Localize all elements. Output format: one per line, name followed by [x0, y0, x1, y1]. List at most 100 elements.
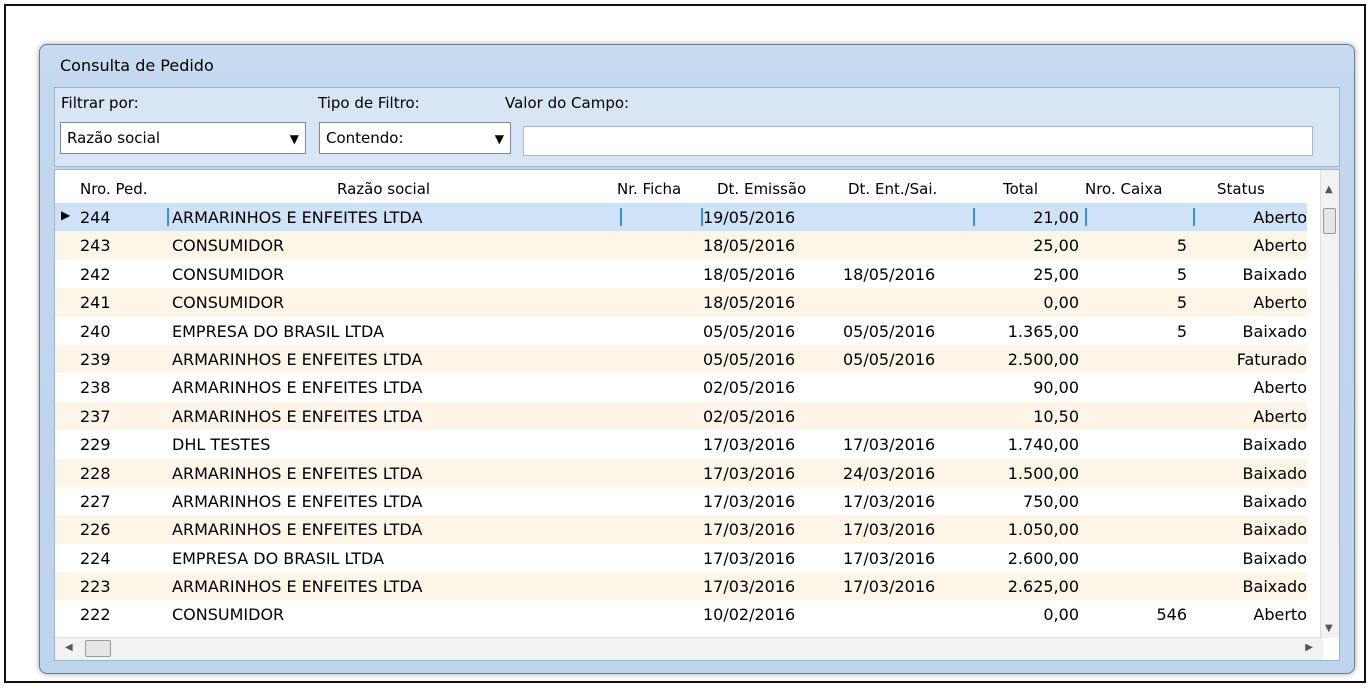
cell-dt-emissao: 18/05/2016 — [703, 264, 796, 284]
cell-status: Aberto — [1253, 293, 1307, 313]
filter-type-select[interactable]: Contendo: ▼ — [319, 122, 511, 154]
column-header-status[interactable]: Status — [1217, 180, 1265, 198]
filter-by-select[interactable]: Razão social ▼ — [60, 122, 306, 154]
cell-focus-marker — [620, 208, 622, 226]
table-row[interactable]: 228 ARMARINHOS E ENFEITES LTDA 17/03/2016 2… — [55, 458, 1307, 487]
table-row[interactable]: 237 ARMARINHOS E ENFEITES LTDA 02/05/2016 1… — [55, 401, 1307, 431]
cell-razao-social: ARMARINHOS E ENFEITES LTDA — [172, 349, 423, 369]
table-row[interactable]: 241 CONSUMIDOR 18/05/2016 0,00 5 Aberto — [55, 288, 1307, 317]
cell-status: Aberto — [1253, 378, 1307, 398]
cell-razao-social: ARMARINHOS E ENFEITES LTDA — [172, 378, 423, 398]
cell-nro-caixa: 5 — [1176, 236, 1187, 256]
screenshot-frame: Consulta de Pedido Filtrar por: Tipo de … — [4, 4, 1366, 683]
cell-dt-ent-sai: 24/03/2016 — [843, 463, 936, 483]
cell-dt-ent-sai: 17/03/2016 — [843, 435, 936, 455]
table-row[interactable]: 227 ARMARINHOS E ENFEITES LTDA 17/03/2016 1… — [55, 487, 1307, 515]
horizontal-scrollbar[interactable]: ◀ ▶ — [55, 637, 1323, 660]
table-row[interactable]: 243 CONSUMIDOR 18/05/2016 25,00 5 Aberto — [55, 231, 1307, 260]
cell-nro-ped: 237 — [80, 406, 111, 426]
cell-dt-emissao: 18/05/2016 — [703, 293, 796, 313]
cell-nro-ped: 224 — [80, 548, 111, 568]
table-row[interactable]: 226 ARMARINHOS E ENFEITES LTDA 17/03/2016 1… — [55, 515, 1307, 544]
cell-nro-ped: 223 — [80, 577, 111, 597]
scroll-left-icon[interactable]: ◀ — [65, 642, 73, 653]
cell-dt-ent-sai: 17/03/2016 — [843, 548, 936, 568]
cell-dt-emissao: 17/03/2016 — [703, 491, 796, 511]
cell-dt-emissao: 17/03/2016 — [703, 435, 796, 455]
cell-nro-ped: 229 — [80, 435, 111, 455]
cell-total: 750,00 — [1023, 491, 1079, 511]
cell-nro-caixa: 5 — [1176, 264, 1187, 284]
scroll-up-icon[interactable]: ▲ — [1325, 184, 1333, 195]
table-row[interactable]: 222 CONSUMIDOR 10/02/2016 0,00 546 Aberto — [55, 600, 1307, 628]
table-row[interactable]: ▶ 244 ARMARINHOS E ENFEITES LTDA 19/05/2016… — [55, 203, 1307, 232]
cell-razao-social: ARMARINHOS E ENFEITES LTDA — [172, 577, 423, 597]
table-row[interactable]: 242 CONSUMIDOR 18/05/2016 18/05/2016 25,00 5 B… — [55, 260, 1307, 288]
column-header-nro-caixa[interactable]: Nro. Caixa — [1085, 180, 1162, 198]
cell-nro-caixa: 546 — [1156, 605, 1187, 625]
vertical-scrollbar[interactable]: ▲ ▼ — [1320, 170, 1339, 638]
cell-razao-social: EMPRESA DO BRASIL LTDA — [172, 321, 385, 341]
filter-type-label: Tipo de Filtro: — [318, 94, 420, 112]
column-header-total[interactable]: Total — [1003, 180, 1038, 198]
cell-dt-ent-sai: 17/03/2016 — [843, 520, 936, 540]
grid-rows: ▶ 244 ARMARINHOS E ENFEITES LTDA 19/05/2016… — [55, 203, 1307, 629]
cell-nro-ped: 226 — [80, 520, 111, 540]
horizontal-scroll-thumb[interactable] — [85, 640, 111, 657]
filter-type-value: Contendo: — [326, 129, 404, 147]
cell-status: Baixado — [1242, 321, 1307, 341]
cell-nro-ped: 239 — [80, 349, 111, 369]
cell-total: 1.365,00 — [1007, 321, 1079, 341]
cell-status: Aberto — [1253, 406, 1307, 426]
column-header-dt-emissao[interactable]: Dt. Emissão — [717, 180, 806, 198]
field-value-input[interactable] — [523, 126, 1313, 156]
cell-razao-social: ARMARINHOS E ENFEITES LTDA — [172, 406, 423, 426]
orders-grid[interactable]: Nro. Ped. Razão social Nr. Ficha Dt. Emi… — [54, 169, 1340, 661]
column-header-razao-social[interactable]: Razão social — [337, 180, 430, 198]
cell-total: 1.740,00 — [1007, 435, 1079, 455]
scroll-down-icon[interactable]: ▼ — [1325, 623, 1333, 634]
cell-nro-ped: 222 — [80, 605, 111, 625]
cell-nro-ped: 238 — [80, 378, 111, 398]
order-query-window: Consulta de Pedido Filtrar por: Tipo de … — [39, 44, 1355, 674]
cell-status: Baixado — [1242, 577, 1307, 597]
cell-status: Baixado — [1242, 491, 1307, 511]
table-row[interactable]: 239 ARMARINHOS E ENFEITES LTDA 05/05/2016 0… — [55, 344, 1307, 374]
cell-razao-social: ARMARINHOS E ENFEITES LTDA — [172, 208, 423, 227]
cell-status: Faturado — [1236, 349, 1307, 369]
cell-dt-ent-sai: 05/05/2016 — [843, 321, 936, 341]
column-header-nro-ped[interactable]: Nro. Ped. — [80, 180, 148, 198]
cell-total: 1.500,00 — [1007, 463, 1079, 483]
window-title: Consulta de Pedido — [60, 56, 214, 75]
cell-dt-emissao: 05/05/2016 — [703, 349, 796, 369]
cell-dt-ent-sai: 05/05/2016 — [843, 349, 936, 369]
column-header-dt-ent-sai[interactable]: Dt. Ent./Sai. — [848, 180, 937, 198]
cell-razao-social: CONSUMIDOR — [172, 293, 285, 313]
field-value-label: Valor do Campo: — [505, 94, 630, 112]
chevron-down-icon[interactable]: ▼ — [290, 132, 299, 146]
chevron-down-icon[interactable]: ▼ — [495, 132, 504, 146]
cell-nro-ped: 241 — [80, 293, 111, 313]
cell-total: 25,00 — [1033, 236, 1079, 256]
cell-nro-caixa: 5 — [1176, 293, 1187, 313]
cell-nro-caixa: 5 — [1176, 321, 1187, 341]
cell-total: 2.625,00 — [1007, 577, 1079, 597]
cell-dt-emissao: 02/05/2016 — [703, 378, 796, 398]
cell-dt-emissao: 02/05/2016 — [703, 406, 796, 426]
cell-dt-emissao: 17/03/2016 — [703, 520, 796, 540]
column-header-nr-ficha[interactable]: Nr. Ficha — [617, 180, 681, 198]
scroll-right-icon[interactable]: ▶ — [1305, 642, 1313, 653]
vertical-scroll-thumb[interactable] — [1323, 208, 1336, 234]
table-row[interactable]: 229 DHL TESTES 17/03/2016 17/03/2016 1.740,0… — [55, 430, 1307, 458]
table-row[interactable]: 238 ARMARINHOS E ENFEITES LTDA 02/05/2016 9… — [55, 373, 1307, 401]
cell-total: 2.500,00 — [1007, 349, 1079, 369]
table-row[interactable]: 240 EMPRESA DO BRASIL LTDA 05/05/2016 05/05… — [55, 317, 1307, 345]
grid-header: Nro. Ped. Razão social Nr. Ficha Dt. Emi… — [55, 170, 1323, 203]
table-row[interactable]: 224 EMPRESA DO BRASIL LTDA 17/03/2016 17/03… — [55, 544, 1307, 572]
cell-razao-social: EMPRESA DO BRASIL LTDA — [172, 548, 385, 568]
cell-razao-social: DHL TESTES — [172, 435, 271, 455]
cell-dt-emissao: 17/03/2016 — [703, 548, 796, 568]
table-row[interactable]: 223 ARMARINHOS E ENFEITES LTDA 17/03/2016 1… — [55, 572, 1307, 601]
cell-dt-ent-sai: 17/03/2016 — [843, 491, 936, 511]
cell-status: Baixado — [1242, 463, 1307, 483]
